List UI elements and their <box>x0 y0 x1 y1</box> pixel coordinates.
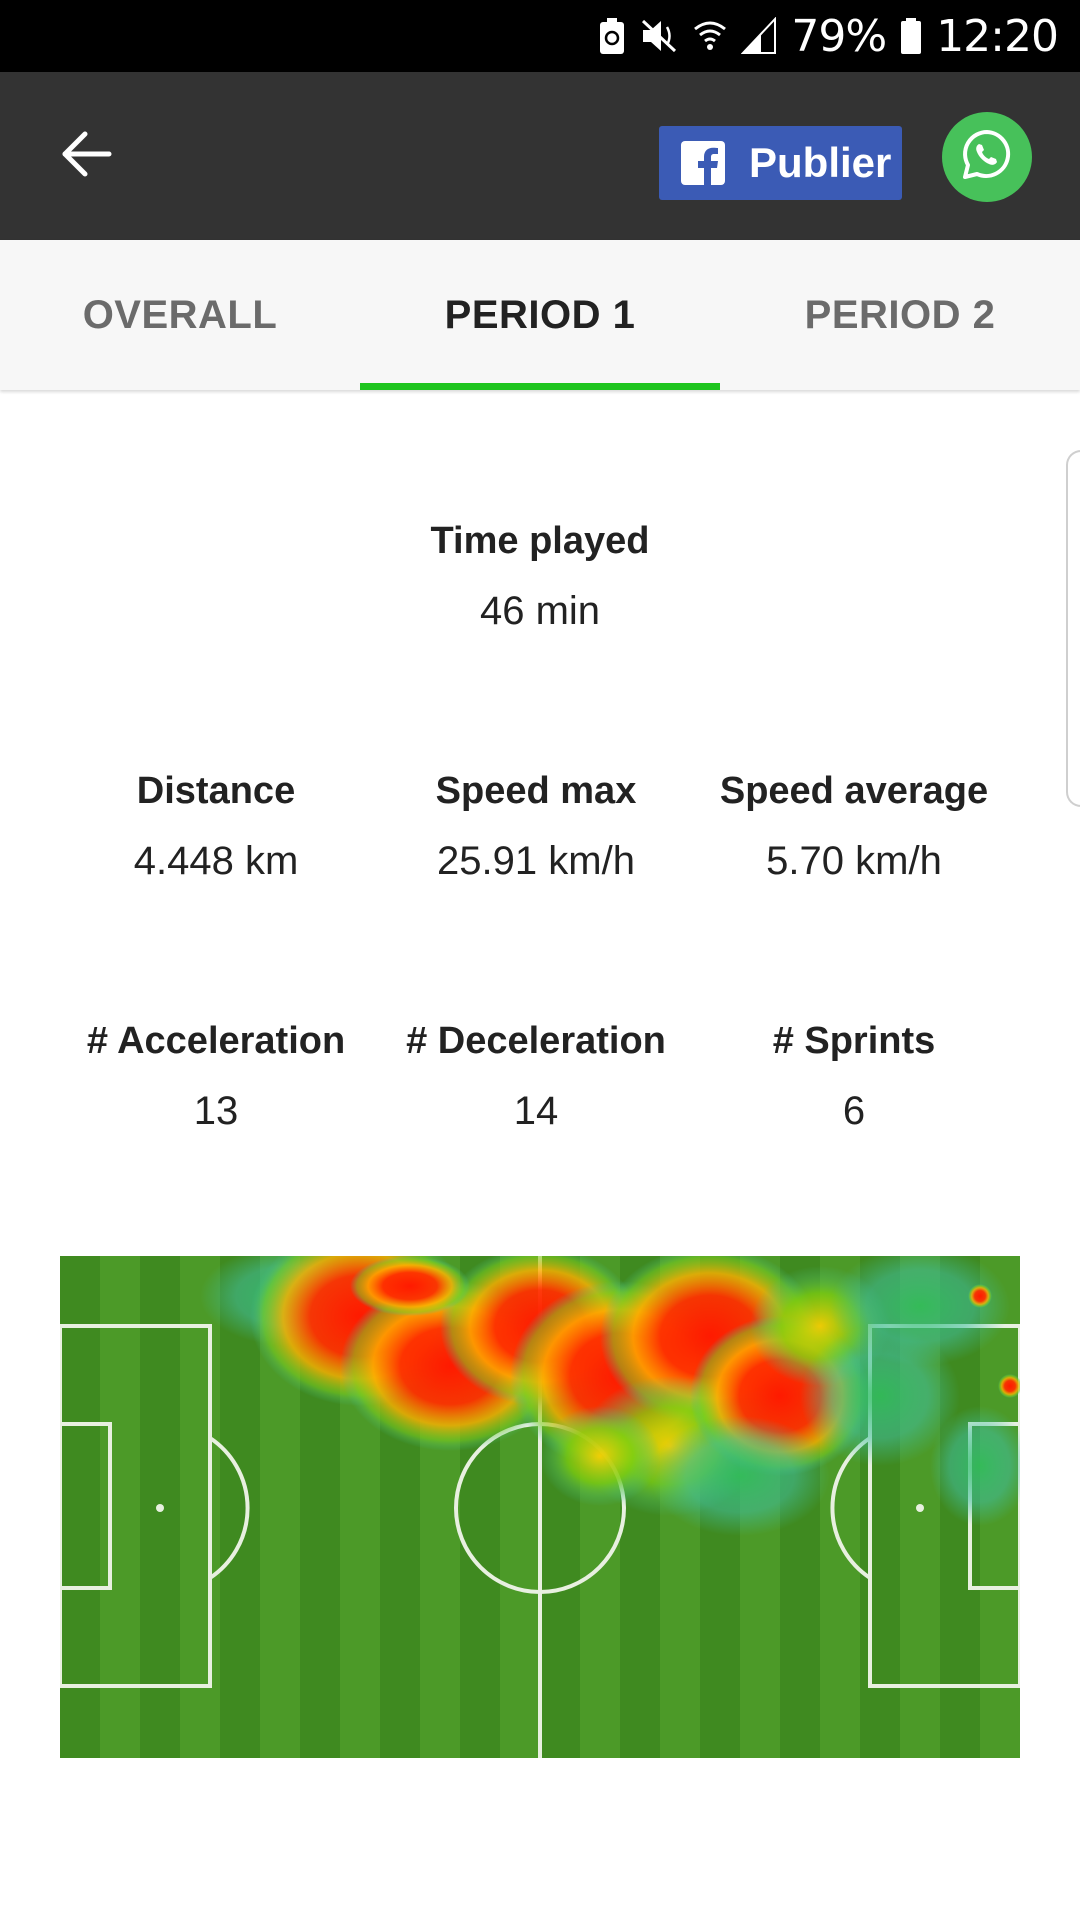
battery-saver-icon <box>599 17 625 55</box>
tab-period-2[interactable]: PERIOD 2 <box>720 240 1080 390</box>
tab-period-1[interactable]: PERIOD 1 <box>360 240 720 390</box>
stat-acceleration: # Acceleration 13 <box>56 1018 376 1134</box>
app-bar: Publier <box>0 72 1080 240</box>
stat-label: # Deceleration <box>406 1020 666 1062</box>
penalty-spot-left <box>156 1504 164 1512</box>
stat-value: 4.448 km <box>133 839 299 883</box>
stat-deceleration: # Deceleration 14 <box>376 1018 696 1134</box>
stat-label: # Sprints <box>772 1020 936 1062</box>
stat-label: # Acceleration <box>86 1020 346 1062</box>
period-tabs: OVERALL PERIOD 1 PERIOD 2 <box>0 240 1080 390</box>
stat-label: Distance <box>136 770 296 812</box>
stat-time-played: Time played 46 min <box>380 518 700 634</box>
stat-value: 25.91 km/h <box>437 839 635 883</box>
stat-speed-average: Speed average 5.70 km/h <box>694 768 1014 884</box>
status-bar: 79% 12:20 <box>0 0 1080 72</box>
tab-overall[interactable]: OVERALL <box>0 240 360 390</box>
pitch-heatmap-graphic <box>60 1256 1020 1758</box>
wifi-icon <box>693 17 727 55</box>
heatmap <box>60 1256 1020 1758</box>
publish-label: Publier <box>749 139 892 186</box>
stat-label: Speed max <box>435 770 637 812</box>
stat-value: 6 <box>842 1089 866 1133</box>
back-button[interactable] <box>46 116 126 196</box>
penalty-spot-right <box>916 1504 924 1512</box>
stat-label: Speed average <box>719 770 989 812</box>
stat-value: 5.70 km/h <box>766 839 942 883</box>
signal-icon <box>741 17 777 55</box>
stat-distance: Distance 4.448 km <box>56 768 376 884</box>
facebook-icon <box>681 141 725 185</box>
battery-icon <box>900 17 922 55</box>
stat-value: 13 <box>193 1089 239 1133</box>
stat-value: 14 <box>513 1089 559 1133</box>
mute-icon <box>639 17 679 55</box>
arrow-left-icon <box>59 130 113 183</box>
scroll-edge-indicator[interactable] <box>1066 450 1080 807</box>
stat-label: Time played <box>430 520 650 562</box>
stat-speed-max: Speed max 25.91 km/h <box>376 768 696 884</box>
whatsapp-icon <box>959 127 1015 188</box>
battery-percent: 79% <box>791 10 887 62</box>
whatsapp-share-button[interactable] <box>942 112 1032 202</box>
stat-value: 46 min <box>479 589 601 633</box>
clock: 12:20 <box>936 10 1059 62</box>
stat-sprints: # Sprints 6 <box>694 1018 1014 1134</box>
facebook-publish-button[interactable]: Publier <box>659 126 902 200</box>
